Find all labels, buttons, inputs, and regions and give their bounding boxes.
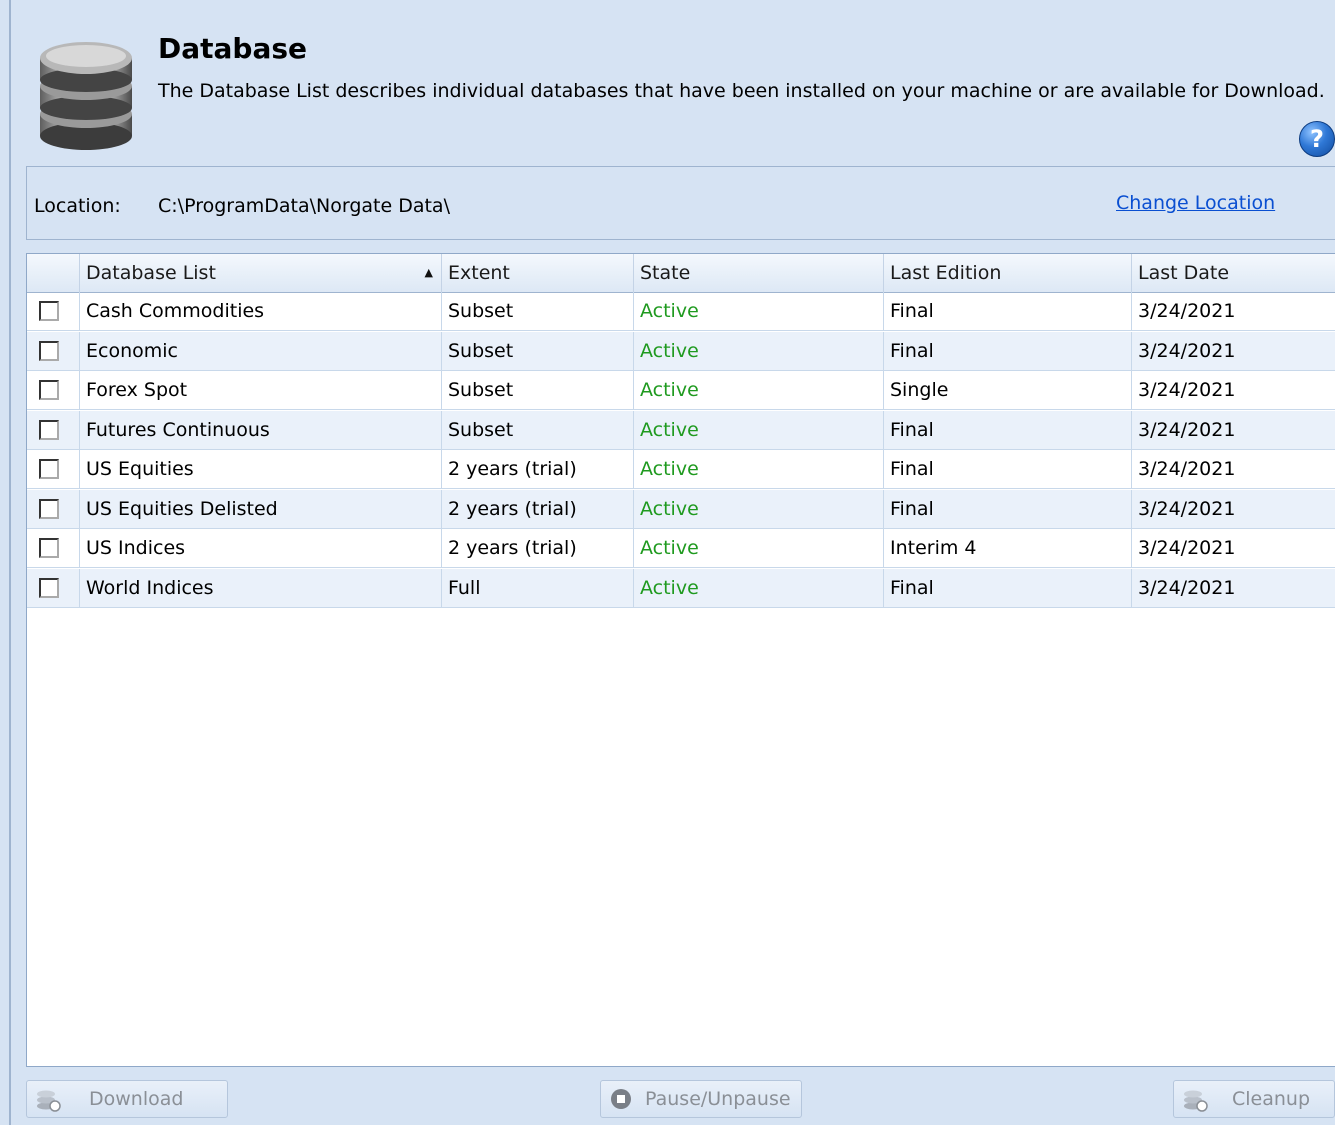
cell-extent: Full (441, 568, 633, 607)
cell-extent: 2 years (trial) (441, 529, 633, 567)
cell-last-edition: Interim 4 (883, 529, 1131, 567)
table-row[interactable]: US Indices 2 years (trial) Active Interim 4… (27, 529, 1335, 568)
help-icon[interactable]: ? (1299, 121, 1335, 157)
sort-ascending-icon: ▲ (424, 266, 433, 279)
row-checkbox[interactable] (39, 577, 59, 598)
table-row[interactable]: Futures Continuous Subset Active Final 3/24/… (27, 410, 1335, 450)
stop-icon (611, 1089, 631, 1109)
grid-header: Database List ▲ Extent State Last Editio… (27, 254, 1335, 293)
row-checkbox[interactable] (39, 340, 59, 361)
cell-database-name: US Indices (79, 529, 441, 567)
pause-label: Pause/Unpause (645, 1088, 791, 1110)
database-cleanup-icon (1184, 1090, 1208, 1112)
database-stack-icon (40, 42, 132, 150)
table-row[interactable]: World Indices Full Active Final 3/24/2021 (27, 568, 1335, 608)
window-border (9, 0, 11, 1125)
download-button[interactable]: Download (26, 1080, 228, 1118)
row-checkbox[interactable] (39, 459, 59, 479)
cell-last-edition: Final (883, 489, 1131, 528)
database-grid: Database List ▲ Extent State Last Editio… (26, 253, 1335, 1067)
cell-state: Active (633, 489, 883, 528)
row-checkbox[interactable] (39, 301, 59, 321)
row-checkbox[interactable] (39, 498, 59, 519)
cell-last-date: 3/24/2021 (1131, 529, 1335, 567)
cell-state: Active (633, 450, 883, 488)
cell-last-date: 3/24/2021 (1131, 410, 1335, 449)
table-row[interactable]: Economic Subset Active Final 3/24/2021 (27, 331, 1335, 371)
download-label: Download (89, 1088, 184, 1110)
cell-database-name: Cash Commodities (79, 292, 441, 330)
column-header-last-edition[interactable]: Last Edition (883, 254, 1131, 292)
cell-last-edition: Final (883, 568, 1131, 607)
cell-database-name: Futures Continuous (79, 410, 441, 449)
row-checkbox[interactable] (39, 380, 59, 400)
cell-last-date: 3/24/2021 (1131, 331, 1335, 370)
cell-last-date: 3/24/2021 (1131, 371, 1335, 409)
cell-state: Active (633, 410, 883, 449)
column-header-label: Database List (86, 262, 216, 284)
cell-state: Active (633, 371, 883, 409)
table-row[interactable]: Cash Commodities Subset Active Final 3/24/20… (27, 292, 1335, 331)
cell-extent: Subset (441, 371, 633, 409)
cell-state: Active (633, 568, 883, 607)
cell-last-edition: Single (883, 371, 1131, 409)
column-header-extent[interactable]: Extent (441, 254, 633, 292)
table-row[interactable]: Forex Spot Subset Active Single 3/24/2021 (27, 371, 1335, 410)
cell-last-edition: Final (883, 292, 1131, 330)
cleanup-button[interactable]: Cleanup (1173, 1080, 1335, 1118)
table-row[interactable]: US Equities Delisted 2 years (trial) Activ… (27, 489, 1335, 529)
cell-state: Active (633, 529, 883, 567)
row-checkbox[interactable] (39, 419, 59, 440)
cell-last-date: 3/24/2021 (1131, 292, 1335, 330)
cell-last-edition: Final (883, 450, 1131, 488)
location-path: C:\ProgramData\Norgate Data\ (158, 195, 450, 217)
database-download-icon (37, 1090, 61, 1112)
row-checkbox[interactable] (39, 538, 59, 558)
cell-last-date: 3/24/2021 (1131, 489, 1335, 528)
cell-last-date: 3/24/2021 (1131, 450, 1335, 488)
cell-last-edition: Final (883, 410, 1131, 449)
page-title: Database (158, 32, 308, 65)
cell-extent: 2 years (trial) (441, 489, 633, 528)
cell-database-name: Economic (79, 331, 441, 370)
pause-unpause-button[interactable]: Pause/Unpause (600, 1080, 802, 1118)
cell-extent: Subset (441, 292, 633, 330)
cell-last-date: 3/24/2021 (1131, 568, 1335, 607)
cell-database-name: US Equities Delisted (79, 489, 441, 528)
cell-extent: 2 years (trial) (441, 450, 633, 488)
cell-last-edition: Final (883, 331, 1131, 370)
cell-state: Active (633, 292, 883, 330)
table-row[interactable]: US Equities 2 years (trial) Active Final 3/2… (27, 450, 1335, 489)
page-description: The Database List describes individual d… (158, 80, 1325, 102)
cell-extent: Subset (441, 331, 633, 370)
column-header-last-date[interactable]: Last Date (1131, 254, 1335, 292)
header-checkbox-column[interactable] (27, 254, 79, 292)
cell-extent: Subset (441, 410, 633, 449)
location-label: Location: (34, 195, 121, 217)
column-header-database-list[interactable]: Database List ▲ (79, 254, 441, 292)
cleanup-label: Cleanup (1232, 1088, 1311, 1110)
cell-state: Active (633, 331, 883, 370)
change-location-link[interactable]: Change Location (1116, 192, 1275, 214)
cell-database-name: US Equities (79, 450, 441, 488)
cell-database-name: World Indices (79, 568, 441, 607)
cell-database-name: Forex Spot (79, 371, 441, 409)
column-header-state[interactable]: State (633, 254, 883, 292)
